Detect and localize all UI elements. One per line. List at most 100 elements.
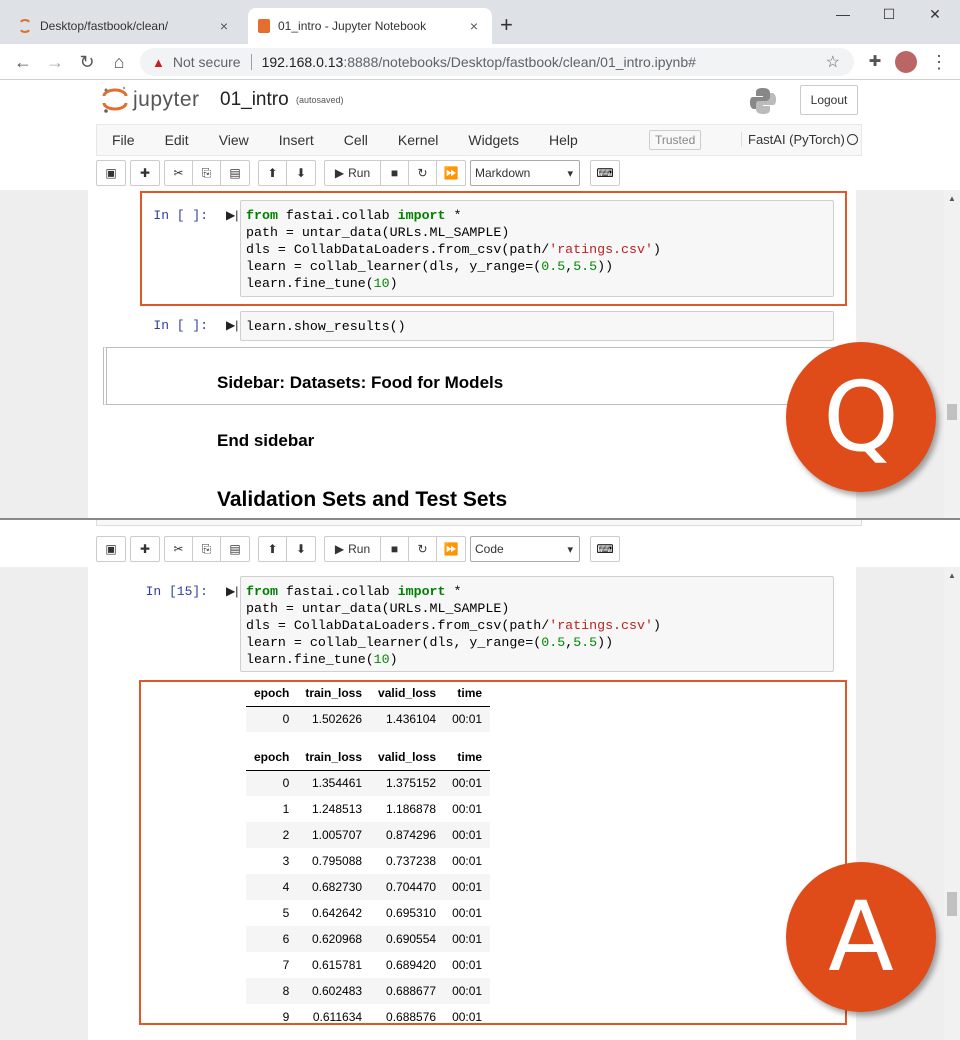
browser-menu-icon[interactable]: ⋮ bbox=[928, 51, 950, 73]
table-cell: 00:01 bbox=[452, 1010, 483, 1024]
browser-tab-notebook[interactable]: 01_intro - Jupyter Notebook × bbox=[248, 8, 492, 44]
restart-icon[interactable]: ↻ bbox=[409, 161, 437, 185]
table-cell: 0.642642 bbox=[311, 906, 363, 920]
code-token: ) bbox=[652, 618, 661, 633]
run-button[interactable]: ▶ Run bbox=[325, 161, 381, 185]
code-token: 10 bbox=[373, 276, 390, 291]
scrollbar-track[interactable]: ▲ bbox=[944, 190, 960, 520]
paste-icon[interactable]: ▤ bbox=[221, 161, 249, 185]
table-cell: 00:01 bbox=[452, 802, 483, 816]
scroll-up-icon[interactable]: ▲ bbox=[948, 194, 956, 203]
code-cell-input[interactable]: learn.show_results() bbox=[240, 311, 834, 341]
url-path: :8888/notebooks/Desktop/fastbook/clean/0… bbox=[343, 54, 696, 70]
run-label: Run bbox=[348, 166, 371, 180]
scrollbar-track[interactable]: ▲ bbox=[944, 567, 960, 1040]
code-cell-input[interactable]: from fastai.collab import * path = untar… bbox=[240, 200, 834, 297]
move-up-icon[interactable]: ⬆ bbox=[259, 161, 287, 185]
forward-icon[interactable]: → bbox=[44, 51, 66, 73]
run-icon: ▶ bbox=[334, 542, 345, 556]
save-icon[interactable]: ▣ bbox=[97, 537, 125, 561]
code-token: path = untar_data(URLs.ML_SAMPLE) bbox=[246, 225, 510, 240]
menu-edit[interactable]: Edit bbox=[165, 132, 189, 148]
close-tab-icon[interactable]: × bbox=[216, 18, 232, 34]
copy-icon[interactable]: ⎘ bbox=[193, 537, 221, 561]
table-cell: 00:01 bbox=[452, 880, 483, 894]
run-cell-icon[interactable]: ▶| bbox=[226, 208, 238, 222]
paste-icon[interactable]: ▤ bbox=[221, 537, 249, 561]
column-header: epoch bbox=[254, 749, 290, 764]
table-cell: 0.689420 bbox=[386, 958, 437, 972]
menu-file[interactable]: File bbox=[112, 132, 135, 148]
trusted-indicator[interactable]: Trusted bbox=[649, 130, 702, 150]
run-button[interactable]: ▶ Run bbox=[325, 537, 381, 561]
url-input[interactable]: ▲ Not secure 192.168.0.13 :8888/notebook… bbox=[140, 48, 854, 76]
fast-forward-icon[interactable]: ⏩ bbox=[437, 537, 465, 561]
stop-icon[interactable]: ■ bbox=[381, 537, 409, 561]
stop-icon[interactable]: ■ bbox=[381, 161, 409, 185]
tab-strip: Desktop/fastbook/clean/ × 01_intro - Jup… bbox=[0, 0, 960, 44]
new-tab-button[interactable]: + bbox=[500, 14, 513, 36]
table-row: 1 1.248513 1.186878 00:01 bbox=[246, 796, 490, 822]
move-down-icon[interactable]: ⬇ bbox=[287, 537, 315, 561]
table-cell: 8 bbox=[282, 984, 290, 998]
code-token: fastai.collab bbox=[277, 208, 398, 223]
table-row: 0 1.502626 1.436104 00:01 bbox=[246, 706, 491, 732]
move-up-icon[interactable]: ⬆ bbox=[259, 537, 287, 561]
python-logo-icon bbox=[750, 88, 776, 114]
scrollbar-thumb[interactable] bbox=[947, 892, 957, 916]
table-cell: 0.615781 bbox=[311, 958, 363, 972]
maximize-button[interactable]: ☐ bbox=[866, 6, 912, 26]
cell-type-select[interactable]: Code ▾ bbox=[470, 536, 580, 562]
logout-button[interactable]: Logout bbox=[800, 85, 858, 115]
back-icon[interactable]: ← bbox=[12, 51, 34, 73]
menu-view[interactable]: View bbox=[219, 132, 249, 148]
fast-forward-icon[interactable]: ⏩ bbox=[437, 161, 465, 185]
code-token: learn = collab_learner(dls, y_range=( bbox=[246, 635, 542, 650]
scrollbar-thumb[interactable] bbox=[947, 404, 957, 420]
run-cell-icon[interactable]: ▶| bbox=[226, 318, 238, 332]
code-token: learn.show_results() bbox=[246, 319, 406, 334]
notebook-name[interactable]: 01_intro bbox=[220, 89, 289, 111]
reload-icon[interactable]: ↻ bbox=[76, 51, 98, 73]
browser-tab-clean[interactable]: Desktop/fastbook/clean/ × bbox=[8, 8, 242, 44]
move-down-icon[interactable]: ⬇ bbox=[287, 161, 315, 185]
restart-icon[interactable]: ↻ bbox=[409, 537, 437, 561]
menu-cell[interactable]: Cell bbox=[344, 132, 368, 148]
code-token: )) bbox=[597, 635, 614, 650]
extensions-puzzle-icon[interactable]: ✚ bbox=[864, 51, 886, 73]
scroll-up-icon[interactable]: ▲ bbox=[948, 571, 956, 580]
bookmark-star-icon[interactable]: ☆ bbox=[826, 52, 840, 72]
code-cell-input[interactable]: from fastai.collab import * path = untar… bbox=[240, 576, 834, 672]
table-cell: 00:01 bbox=[452, 932, 483, 946]
menu-insert[interactable]: Insert bbox=[279, 132, 314, 148]
table-row: 6 0.620968 0.690554 00:01 bbox=[246, 926, 491, 952]
table-cell: 00:01 bbox=[452, 712, 483, 727]
insert-cell-icon[interactable]: ✚ bbox=[131, 537, 159, 561]
cut-icon[interactable]: ✂ bbox=[165, 537, 193, 561]
menu-help[interactable]: Help bbox=[549, 132, 578, 148]
table-cell: 1.436104 bbox=[386, 712, 437, 727]
keyboard-icon[interactable]: ⌨ bbox=[590, 536, 620, 562]
menu-widgets[interactable]: Widgets bbox=[468, 132, 519, 148]
cell-type-select[interactable]: Markdown ▾ bbox=[470, 160, 580, 186]
code-token: fastai.collab bbox=[277, 584, 398, 599]
code-token: 5.5 bbox=[573, 259, 598, 274]
close-tab-icon[interactable]: × bbox=[466, 18, 482, 34]
save-icon[interactable]: ▣ bbox=[97, 161, 125, 185]
keyboard-icon[interactable]: ⌨ bbox=[590, 160, 620, 186]
close-window-button[interactable]: ✕ bbox=[912, 6, 958, 26]
table-cell: 1.248513 bbox=[311, 802, 363, 816]
table-cell: 00:01 bbox=[452, 854, 483, 868]
minimize-button[interactable]: — bbox=[820, 6, 866, 26]
kernel-name[interactable]: FastAI (PyTorch) bbox=[741, 132, 845, 147]
copy-icon[interactable]: ⎘ bbox=[193, 161, 221, 185]
run-cell-icon[interactable]: ▶| bbox=[226, 584, 238, 598]
cut-icon[interactable]: ✂ bbox=[165, 161, 193, 185]
cell-prompt: In [15]: bbox=[145, 584, 208, 599]
insert-cell-icon[interactable]: ✚ bbox=[131, 161, 159, 185]
home-icon[interactable]: ⌂ bbox=[108, 51, 130, 73]
profile-avatar[interactable] bbox=[895, 51, 917, 73]
table-row: 2 1.005707 0.874296 00:01 bbox=[246, 822, 491, 848]
menu-kernel[interactable]: Kernel bbox=[398, 132, 438, 148]
table-cell: 0.688576 bbox=[386, 1010, 437, 1024]
